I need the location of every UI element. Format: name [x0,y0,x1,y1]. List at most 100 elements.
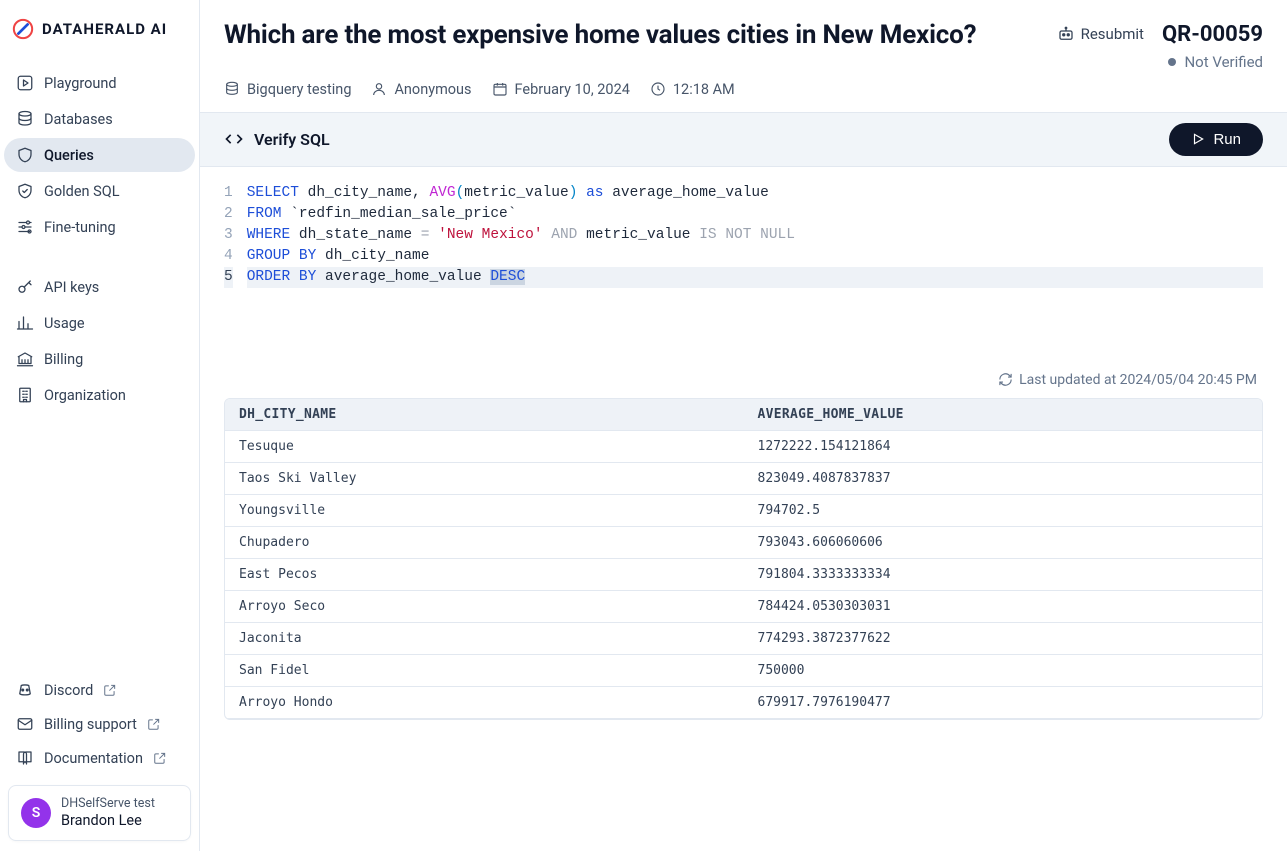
table-cell: 774293.3872377622 [744,622,1263,654]
table-cell: Chupadero [225,526,744,558]
sidebar-item-golden-sql[interactable]: Golden SQL [4,174,195,208]
table-row[interactable]: East Pecos791804.3333333334 [225,558,1262,590]
page-title: Which are the most expensive home values… [224,20,976,50]
user-meta: DHSelfServe test Brandon Lee [61,796,155,830]
user-icon [371,81,387,97]
sql-editor[interactable]: 12345 SELECT dh_city_name, AVG(metric_va… [200,167,1287,368]
resubmit-button[interactable]: Resubmit [1057,25,1144,43]
table-row[interactable]: Arroyo Hondo679917.7976190477 [225,686,1262,718]
code-line[interactable]: ORDER BY average_home_value DESC [247,267,1263,288]
sidebar-item-label: Fine-tuning [44,219,116,236]
mail-icon [16,715,34,733]
sidebar-item-discord[interactable]: Discord [4,673,195,707]
sidebar-item-label: Documentation [44,750,143,767]
verify-sql-bar: Verify SQL Run [200,112,1287,167]
clock-icon [650,81,666,97]
sidebar-item-label: Databases [44,111,113,128]
table-cell: Taos Ski Valley [225,462,744,494]
table-cell: Arroyo Seco [225,590,744,622]
code-line[interactable]: WHERE dh_state_name = 'New Mexico' AND m… [247,225,1263,246]
run-button[interactable]: Run [1169,123,1263,156]
sidebar-item-documentation[interactable]: Documentation [4,741,195,775]
nav-external: DiscordBilling support Documentation [0,673,199,775]
shield-check-icon [16,182,34,200]
bot-icon [1057,25,1075,43]
column-header[interactable]: AVERAGE_HOME_VALUE [744,399,1263,431]
sidebar-item-label: Usage [44,315,85,332]
sidebar-item-api-keys[interactable]: API keys [4,270,195,304]
external-link-icon [147,717,161,731]
sidebar-item-organization[interactable]: Organization [4,378,195,412]
table-row[interactable]: Chupadero793043.606060606 [225,526,1262,558]
sidebar: DATAHERALD AI Playground Databases Queries… [0,0,200,851]
refresh-icon [998,372,1013,387]
run-label: Run [1213,131,1241,148]
table-cell: Jaconita [225,622,744,654]
play-square-icon [16,74,34,92]
logo-mark-icon [12,18,34,40]
meta-time: 12:18 AM [650,81,735,98]
sidebar-item-billing-support[interactable]: Billing support [4,707,195,741]
brand-logo[interactable]: DATAHERALD AI [0,0,199,64]
editor-lines[interactable]: SELECT dh_city_name, AVG(metric_value) a… [247,183,1263,288]
user-card[interactable]: S DHSelfServe test Brandon Lee [8,785,191,841]
table-cell: 793043.606060606 [744,526,1263,558]
status-badge: Not Verified [1168,53,1263,71]
book-icon [16,749,34,767]
sidebar-item-playground[interactable]: Playground [4,66,195,100]
meta-date: February 10, 2024 [492,81,630,98]
table-cell: East Pecos [225,558,744,590]
table-cell: 784424.0530303031 [744,590,1263,622]
table-row[interactable]: Arroyo Seco784424.0530303031 [225,590,1262,622]
table-cell: San Fidel [225,654,744,686]
bar-chart-icon [16,314,34,332]
status-label: Not Verified [1184,53,1263,71]
sidebar-item-billing[interactable]: Billing [4,342,195,376]
database-icon [224,81,240,97]
sidebar-item-usage[interactable]: Usage [4,306,195,340]
nav-secondary: API keys Usage Billing Organization [0,268,199,414]
status-dot-icon [1168,58,1176,66]
code-line[interactable]: FROM `redfin_median_sale_price` [247,204,1263,225]
meta-row: Bigquery testing Anonymous February 10, … [224,81,1263,98]
sidebar-item-label: Billing [44,351,83,368]
brand-name: DATAHERALD AI [42,20,167,38]
discord-icon [16,681,34,699]
table-row[interactable]: Taos Ski Valley823049.4087837837 [225,462,1262,494]
key-icon [16,278,34,296]
table-row[interactable]: Tesuque1272222.154121864 [225,431,1262,463]
table-cell: 679917.7976190477 [744,686,1263,718]
table-row[interactable]: Jaconita774293.3872377622 [225,622,1262,654]
last-updated: Last updated at 2024/05/04 20:45 PM [200,368,1287,398]
sidebar-item-fine-tuning[interactable]: Fine-tuning [4,210,195,244]
sliders-icon [16,218,34,236]
table-cell: 750000 [744,654,1263,686]
table-row[interactable]: Youngsville794702.5 [225,494,1262,526]
calendar-icon [492,81,508,97]
query-id: QR-00059 [1162,22,1263,47]
building-icon [16,386,34,404]
sidebar-item-label: Playground [44,75,117,92]
meta-user: Anonymous [371,81,471,98]
table-cell: 791804.3333333334 [744,558,1263,590]
table-cell: Youngsville [225,494,744,526]
results-section: DH_CITY_NAME AVERAGE_HOME_VALUE Tesuque1… [200,398,1287,851]
code-line[interactable]: GROUP BY dh_city_name [247,246,1263,267]
results-table: DH_CITY_NAME AVERAGE_HOME_VALUE [225,399,1262,431]
main-header: Which are the most expensive home values… [200,0,1287,112]
column-header[interactable]: DH_CITY_NAME [225,399,744,431]
sidebar-item-label: Queries [44,147,94,164]
table-cell: Arroyo Hondo [225,686,744,718]
code-line[interactable]: SELECT dh_city_name, AVG(metric_value) a… [247,183,1263,204]
external-link-icon [103,683,117,697]
sidebar-item-databases[interactable]: Databases [4,102,195,136]
table-cell: 823049.4087837837 [744,462,1263,494]
results-scroll[interactable]: Tesuque1272222.154121864Taos Ski Valley8… [225,431,1262,719]
table-cell: 1272222.154121864 [744,431,1263,463]
play-icon [1191,132,1205,146]
user-org: DHSelfServe test [61,796,155,812]
sidebar-item-queries[interactable]: Queries [4,138,195,172]
meta-database: Bigquery testing [224,81,351,98]
table-row[interactable]: San Fidel750000 [225,654,1262,686]
verify-sql-title: Verify SQL [254,130,330,149]
